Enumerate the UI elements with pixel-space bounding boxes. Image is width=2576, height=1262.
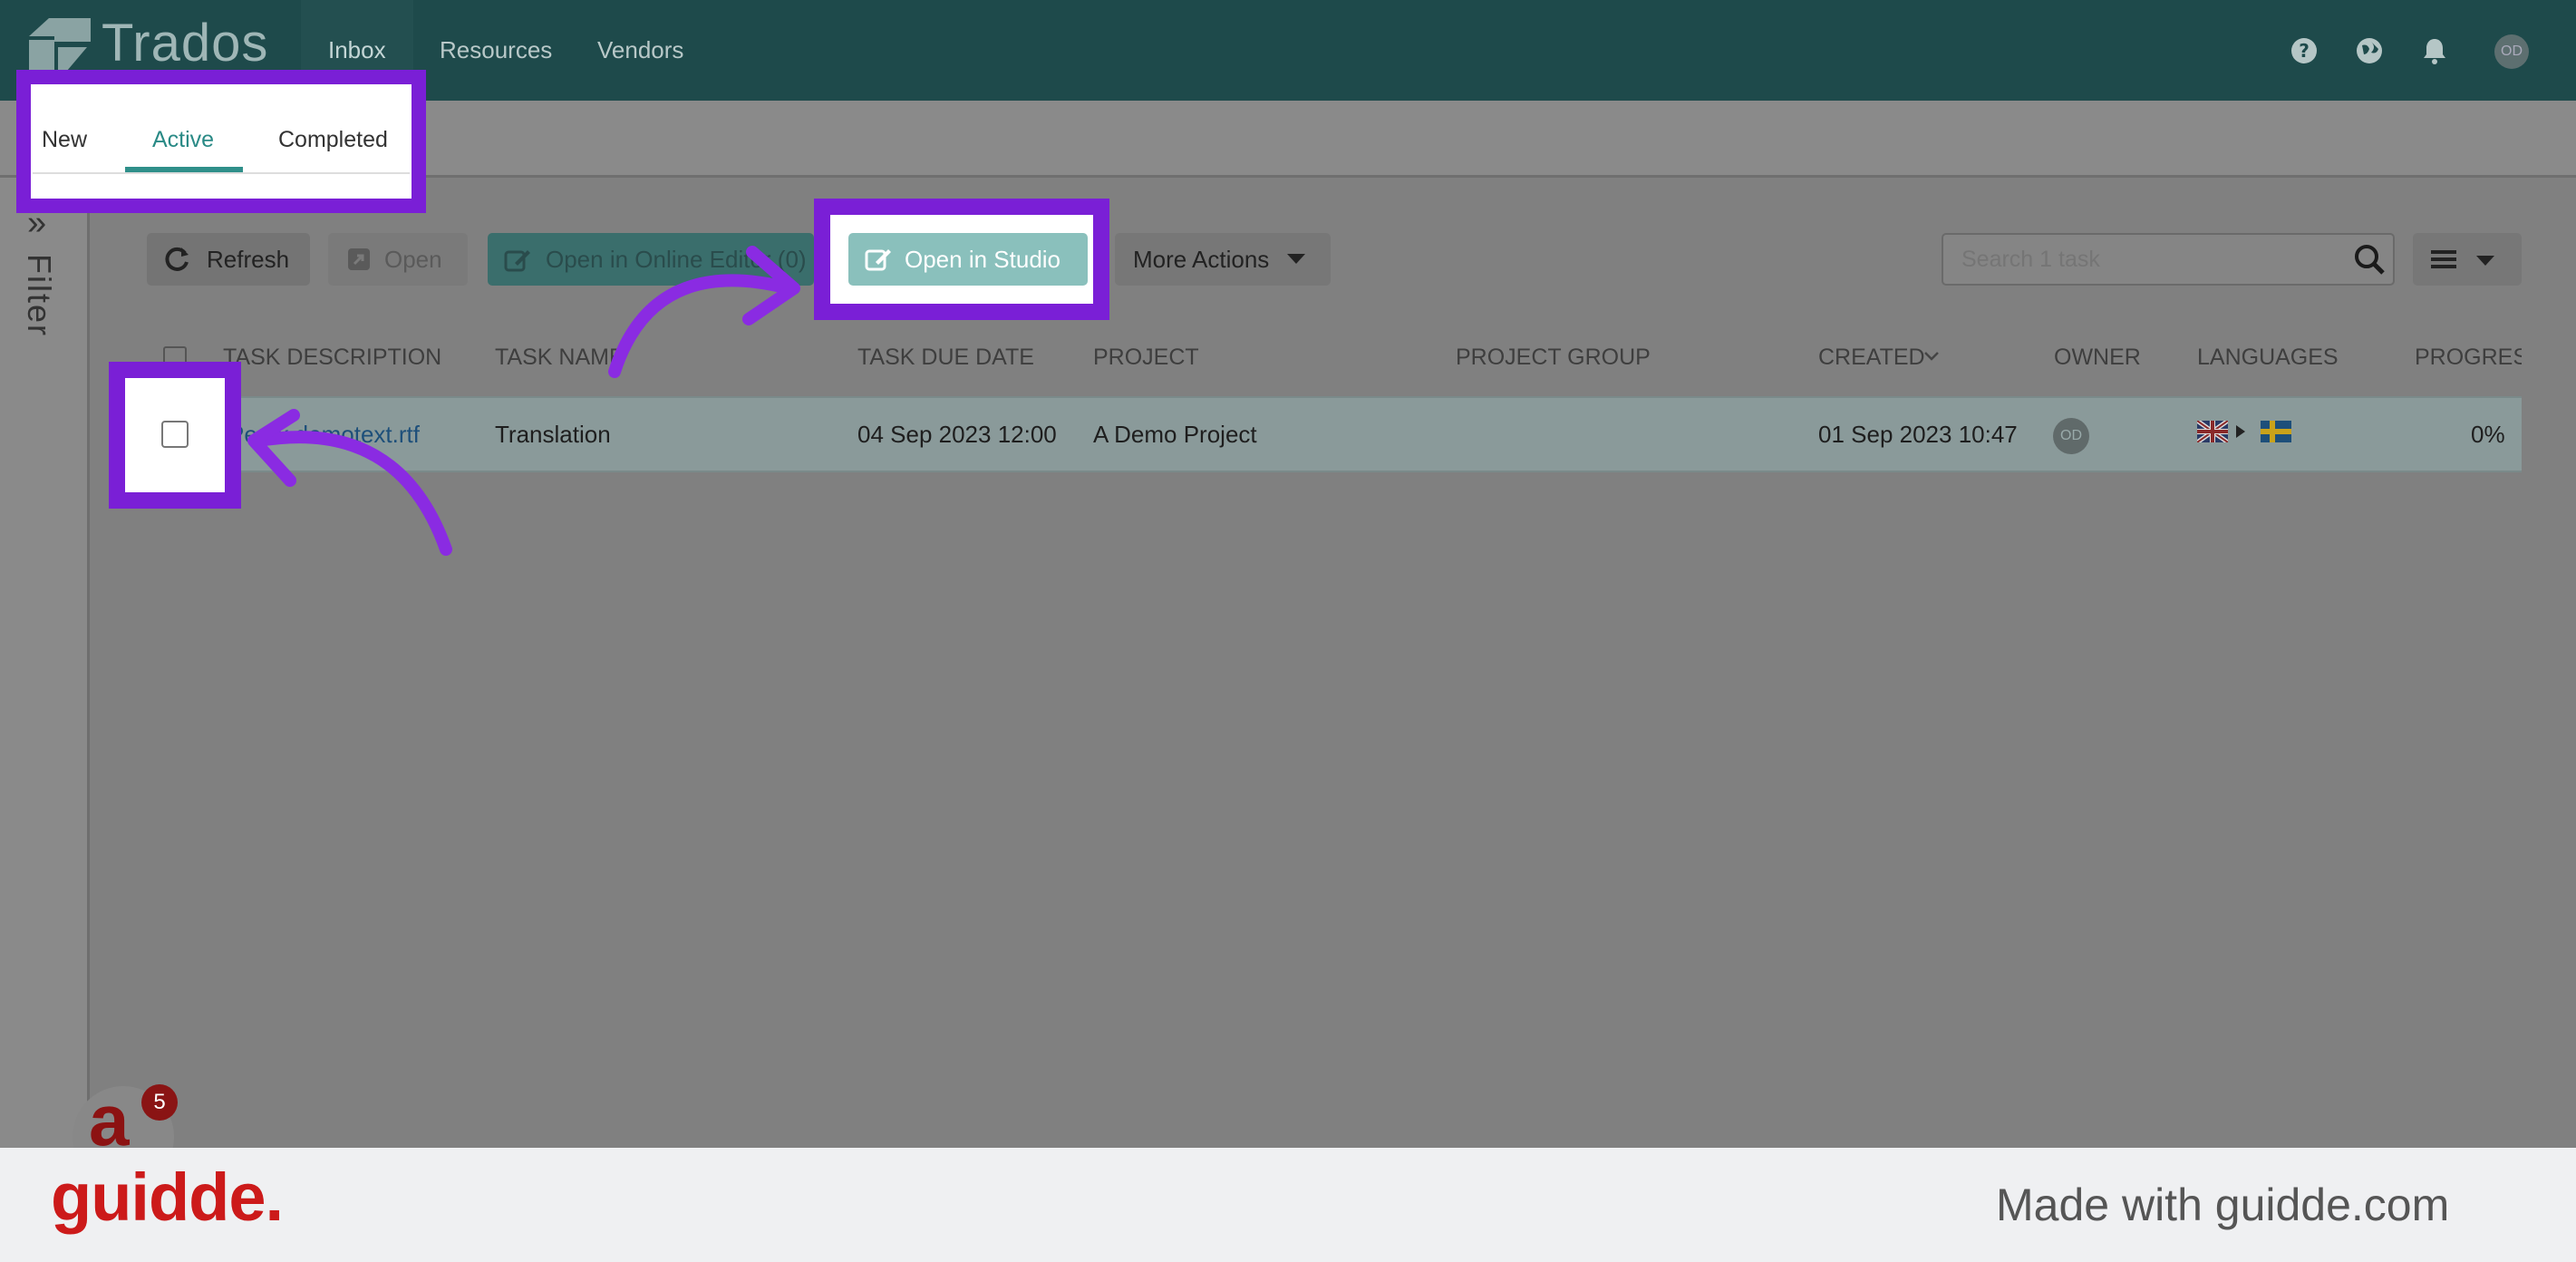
notification-count-badge: 5 bbox=[141, 1084, 178, 1121]
annotation-arrows bbox=[247, 246, 800, 556]
made-with-guidde-text: Made with guidde.com bbox=[1996, 1179, 2450, 1230]
guidde-logo: guidde. bbox=[51, 1160, 284, 1235]
